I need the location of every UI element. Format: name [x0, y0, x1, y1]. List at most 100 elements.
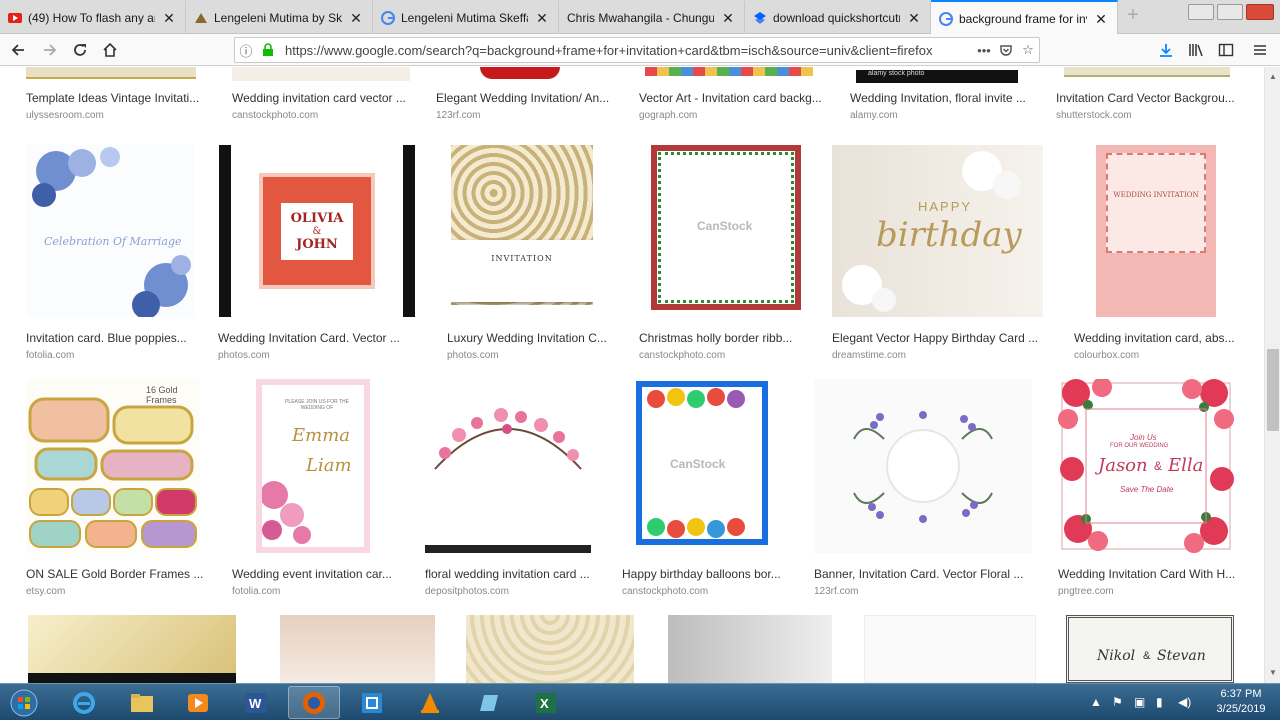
result-title[interactable]: Wedding Invitation Card With H... — [1058, 567, 1238, 581]
close-icon[interactable]: ✕ — [1093, 11, 1109, 27]
taskbar-excel[interactable]: X — [520, 686, 572, 719]
url-text[interactable]: https://www.google.com/search?q=backgrou… — [285, 43, 973, 58]
result-thumbnail[interactable]: HAPPY birthday — [832, 145, 1043, 317]
pocket-icon[interactable] — [995, 39, 1017, 61]
result-card[interactable]: Banner, Invitation Card. Vector Floral .… — [808, 379, 1038, 597]
result-card[interactable]: Invitation Card Vector Backgrou... shutt… — [1050, 67, 1245, 127]
result-source[interactable]: fotolia.com — [232, 586, 280, 597]
tray-volume-icon[interactable]: ◀) — [1178, 695, 1191, 709]
result-thumbnail[interactable]: INVITATION — [451, 145, 593, 305]
result-card[interactable]: INVITATION Luxury Wedding Invitation C..… — [441, 145, 631, 361]
result-source[interactable]: 123rf.com — [436, 110, 480, 121]
tab-active-google[interactable]: background frame for invita ✕ — [931, 0, 1118, 35]
forward-button[interactable] — [38, 38, 62, 62]
page-actions-icon[interactable]: ••• — [973, 39, 995, 61]
result-card[interactable]: Join Us FOR OUR WEDDING Jason & Ella Sav… — [1052, 379, 1242, 597]
back-button[interactable] — [6, 38, 30, 62]
result-thumbnail[interactable] — [280, 615, 435, 683]
result-title[interactable]: floral wedding invitation card ... — [425, 567, 609, 581]
close-icon[interactable]: ✕ — [534, 10, 550, 26]
new-tab-button[interactable]: + — [1120, 4, 1146, 28]
result-card[interactable]: Celebration Of Marriage Invitation card.… — [20, 145, 210, 361]
result-title[interactable]: Invitation Card Vector Backgrou... — [1056, 91, 1240, 105]
result-thumbnail[interactable]: Join Us FOR OUR WEDDING Jason & Ella Sav… — [1058, 379, 1234, 553]
result-card[interactable]: Elegant Wedding Invitation/ An... 123rf.… — [430, 67, 620, 127]
result-card[interactable]: Nikol & Stevan — [1060, 615, 1250, 683]
result-thumbnail[interactable] — [28, 615, 236, 683]
bookmark-star-icon[interactable]: ☆ — [1017, 39, 1039, 61]
result-card[interactable] — [664, 615, 844, 683]
result-source[interactable]: photos.com — [447, 350, 499, 361]
result-source[interactable]: canstockphoto.com — [232, 110, 318, 121]
minimize-button[interactable] — [1188, 4, 1214, 20]
result-thumbnail[interactable] — [480, 67, 560, 79]
taskbar-screen-capture[interactable] — [346, 686, 398, 719]
result-thumbnail[interactable] — [645, 67, 813, 76]
result-thumbnail[interactable]: Celebration Of Marriage — [26, 145, 194, 317]
result-card[interactable]: WEDDING INVITATION Wedding invitation ca… — [1068, 145, 1258, 361]
result-thumbnail[interactable] — [814, 379, 1032, 553]
result-source[interactable]: canstockphoto.com — [639, 350, 725, 361]
result-title[interactable]: Christmas holly border ribb... — [639, 331, 823, 345]
window-close-button[interactable] — [1246, 4, 1274, 20]
result-card[interactable]: floral wedding invitation card ... depos… — [419, 379, 609, 597]
system-clock[interactable]: 6:37 PM 3/25/2019 — [1205, 687, 1277, 717]
info-icon[interactable]: ⓘ — [235, 39, 257, 61]
result-source[interactable]: canstockphoto.com — [622, 586, 708, 597]
close-icon[interactable]: ✕ — [348, 10, 364, 26]
result-thumbnail[interactable]: PLEASE JOIN US FOR THE WEDDING OF Emma L… — [256, 379, 370, 553]
home-button[interactable] — [98, 38, 122, 62]
menu-button[interactable] — [1248, 38, 1272, 62]
tray-network-icon[interactable]: ▮ — [1156, 695, 1163, 709]
result-title[interactable]: Banner, Invitation Card. Vector Floral .… — [814, 567, 1038, 581]
result-title[interactable]: Elegant Vector Happy Birthday Card ... — [832, 331, 1047, 345]
result-thumbnail[interactable] — [864, 615, 1036, 683]
result-card[interactable] — [24, 615, 242, 683]
library-button[interactable] — [1184, 38, 1208, 62]
result-card[interactable]: OLIVIA & JOHN Wedding Invitation Card. V… — [212, 145, 417, 361]
result-thumbnail[interactable]: CanStock — [636, 381, 768, 545]
taskbar-file-explorer[interactable] — [116, 686, 168, 719]
result-title[interactable]: Wedding invitation card vector ... — [232, 91, 416, 105]
result-source[interactable]: 123rf.com — [814, 586, 858, 597]
result-source[interactable]: depositphotos.com — [425, 586, 509, 597]
result-thumbnail[interactable] — [668, 615, 832, 683]
result-card[interactable]: alamy stock photo Wedding Invitation, fl… — [844, 67, 1039, 127]
tab-youtube[interactable]: (49) How To flash any andr ✕ — [0, 1, 186, 34]
tab-page[interactable]: Chris Mwahangila - Chunguza ✕ — [559, 1, 745, 34]
close-icon[interactable]: ✕ — [906, 10, 922, 26]
result-title[interactable]: Vector Art - Invitation card backg... — [639, 91, 829, 105]
downloads-button[interactable] — [1154, 38, 1178, 62]
result-thumbnail[interactable] — [26, 67, 196, 79]
result-thumbnail[interactable] — [425, 379, 591, 553]
result-source[interactable]: shutterstock.com — [1056, 110, 1132, 121]
tray-device-icon[interactable]: ▣ — [1134, 695, 1145, 709]
taskbar-app-window[interactable] — [462, 686, 514, 719]
address-bar[interactable]: ⓘ https://www.google.com/search?q=backgr… — [234, 37, 1040, 63]
result-thumbnail[interactable]: CanStock — [651, 145, 801, 310]
taskbar-media-player[interactable] — [172, 686, 224, 719]
result-card[interactable] — [858, 615, 1043, 683]
result-thumbnail[interactable] — [1064, 67, 1230, 77]
result-thumbnail[interactable] — [466, 615, 634, 683]
result-source[interactable]: ulyssesroom.com — [26, 110, 104, 121]
maximize-button[interactable] — [1217, 4, 1243, 20]
result-card[interactable]: 16 Gold Frames ON SALE Gold Border Frame… — [20, 379, 210, 597]
result-thumbnail[interactable]: alamy stock photo — [856, 70, 1018, 83]
vertical-scrollbar[interactable]: ▲ ▼ — [1264, 67, 1280, 683]
result-card[interactable]: CanStock Happy birthday balloons bor... … — [616, 379, 816, 597]
result-source[interactable]: colourbox.com — [1074, 350, 1139, 361]
result-title[interactable]: Luxury Wedding Invitation C... — [447, 331, 631, 345]
result-card[interactable]: PLEASE JOIN US FOR THE WEDDING OF Emma L… — [226, 379, 416, 597]
close-icon[interactable]: ✕ — [720, 10, 736, 26]
tray-expand-icon[interactable]: ▲ — [1090, 695, 1102, 709]
result-title[interactable]: Happy birthday balloons bor... — [622, 567, 782, 581]
result-source[interactable]: pngtree.com — [1058, 586, 1114, 597]
result-source[interactable]: fotolia.com — [26, 350, 74, 361]
scroll-down-arrow-icon[interactable]: ▼ — [1265, 665, 1280, 681]
result-title[interactable]: Invitation card. Blue poppies... — [26, 331, 210, 345]
tab-dropbox[interactable]: download quickshortcutmake ✕ — [745, 1, 931, 34]
sidebar-button[interactable] — [1214, 38, 1238, 62]
result-card[interactable]: Template Ideas Vintage Invitati... ulyss… — [20, 67, 200, 127]
result-card[interactable]: CanStock Christmas holly border ribb... … — [633, 145, 828, 361]
